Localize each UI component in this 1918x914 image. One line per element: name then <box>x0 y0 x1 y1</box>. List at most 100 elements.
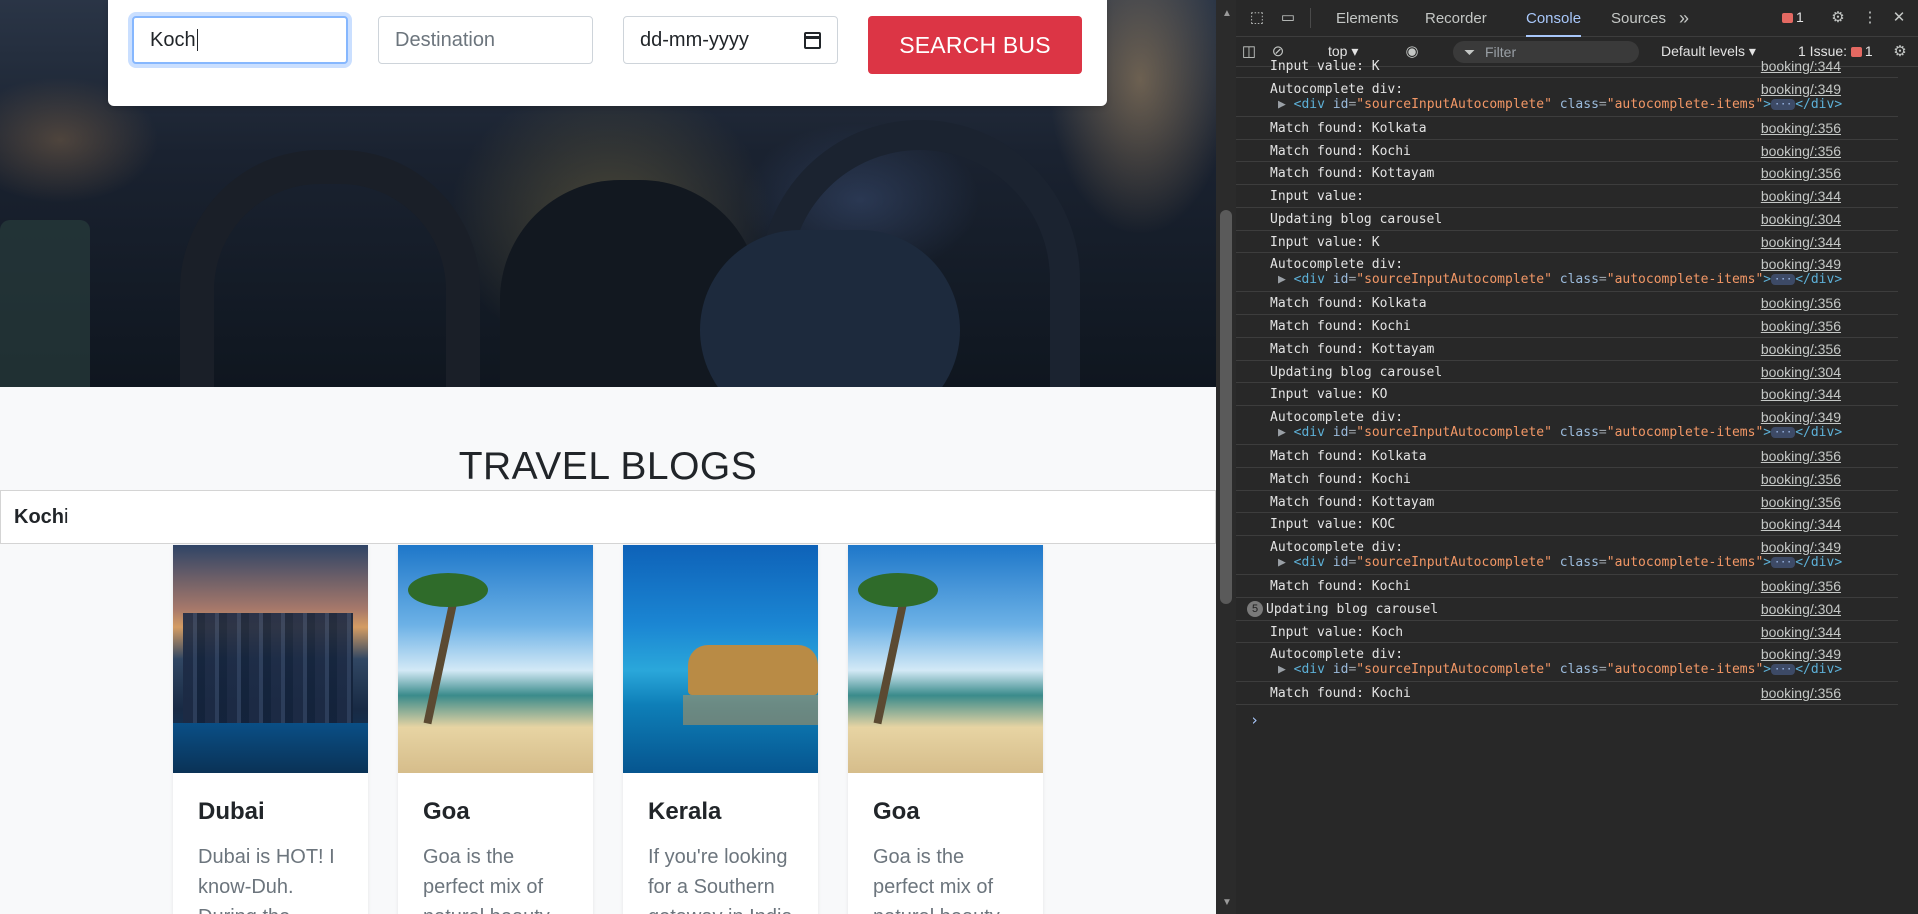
expand-triangle-icon[interactable]: ▶ <box>1278 555 1294 570</box>
console-source-link[interactable]: booking/:356 <box>1761 295 1841 311</box>
autocomplete-match-text: Koch <box>14 505 64 528</box>
tab-console[interactable]: Console <box>1526 0 1582 37</box>
close-icon[interactable]: ✕ <box>1890 9 1908 27</box>
console-message: Autocomplete div: booking/:349 ▶ <div id="… <box>1236 78 1898 117</box>
console-source-link[interactable]: booking/:349 <box>1761 646 1841 662</box>
dom-element-preview[interactable]: ▶ <div id = "sourceInputAutocomplete" clas… <box>1270 555 1890 570</box>
devtools-tabbar: ⬚ ▭ Elements Recorder Console Sources » … <box>1236 0 1918 37</box>
console-source-link[interactable]: booking/:356 <box>1761 165 1841 181</box>
console-message: Match found: Kolkata booking/:356 <box>1236 445 1898 468</box>
date-input[interactable]: dd-mm-yyyy <box>623 16 838 64</box>
inspect-element-icon[interactable]: ⬚ <box>1248 9 1266 27</box>
console-source-link[interactable]: booking/:344 <box>1761 188 1841 204</box>
collapsed-ellipsis-icon[interactable]: ··· <box>1771 557 1796 568</box>
attr-value-id: "sourceInputAutocomplete" <box>1356 555 1552 570</box>
collapsed-ellipsis-icon[interactable]: ··· <box>1771 427 1796 438</box>
attr-name-id: id <box>1332 96 1349 112</box>
repeat-count-badge: 5 <box>1247 600 1263 617</box>
console-message: Input value: Koch booking/:344 <box>1236 621 1898 644</box>
console-source-link[interactable]: booking/:304 <box>1761 211 1841 227</box>
console-source-link[interactable]: booking/:349 <box>1761 256 1841 272</box>
element-tag-close: > <box>1763 555 1772 570</box>
console-source-link[interactable]: booking/:356 <box>1761 448 1841 464</box>
console-prompt-icon[interactable]: › <box>1250 711 1898 729</box>
console-source-link[interactable]: booking/:356 <box>1761 143 1841 159</box>
scroll-down-arrow-icon[interactable]: ▼ <box>1222 897 1232 908</box>
console-log: Input value: Kbooking/:344 Autocomplete d… <box>1236 55 1898 901</box>
settings-gear-icon[interactable]: ⚙ <box>1829 9 1847 27</box>
console-message: Updating blog carousel booking/:304 <box>1236 208 1898 231</box>
page-scrollbar-thumb[interactable] <box>1220 210 1232 604</box>
expand-triangle-icon[interactable]: ▶ <box>1278 272 1294 287</box>
collapsed-ellipsis-icon[interactable]: ··· <box>1771 664 1796 676</box>
dom-element-preview[interactable]: ▶ <div id = "sourceInputAutocomplete" clas… <box>1270 662 1890 677</box>
more-options-icon[interactable]: ⋮ <box>1861 9 1879 27</box>
console-message: Input value: booking/:344 <box>1236 185 1898 208</box>
booking-page: Koch Destination dd-mm-yyyy SEARCH BUS T… <box>0 0 1216 914</box>
blog-card-kerala[interactable]: Kerala If you're looking for a Southern … <box>623 545 818 914</box>
console-message: Match found: Kottayam booking/:356 <box>1236 491 1898 514</box>
console-source-link[interactable]: booking/:344 <box>1761 516 1841 532</box>
console-source-link[interactable]: booking/:349 <box>1761 409 1841 425</box>
console-source-link[interactable]: booking/:356 <box>1761 120 1841 136</box>
tab-sources[interactable]: Sources <box>1611 0 1666 37</box>
error-count: 1 <box>1796 9 1804 25</box>
device-toolbar-icon[interactable]: ▭ <box>1279 9 1297 27</box>
blog-card-title: Goa <box>873 798 920 825</box>
seat-handle-left <box>180 150 480 387</box>
console-source-link[interactable]: booking/:344 <box>1761 386 1841 402</box>
console-source-link[interactable]: booking/:304 <box>1761 601 1841 617</box>
console-message: Match found: Kochi booking/:356 <box>1236 315 1898 338</box>
error-count-badge[interactable]: 1 <box>1782 9 1804 25</box>
destination-placeholder: Destination <box>395 28 496 51</box>
console-source-link[interactable]: booking/:349 <box>1761 81 1841 97</box>
console-source-link[interactable]: booking/:344 <box>1761 234 1841 250</box>
search-bus-button[interactable]: SEARCH BUS <box>868 16 1082 74</box>
blog-card-dubai[interactable]: Dubai Dubai is HOT! I know-Duh. During t… <box>173 545 368 914</box>
calendar-icon[interactable] <box>804 31 821 49</box>
destination-input[interactable]: Destination <box>378 16 593 64</box>
expand-triangle-icon[interactable]: ▶ <box>1278 425 1294 440</box>
blog-card-goa-2[interactable]: Goa Goa is the perfect mix of natural be… <box>848 545 1043 914</box>
console-source-link[interactable]: booking/:304 <box>1761 364 1841 380</box>
attr-equals: = <box>1598 425 1607 440</box>
page-scrollbar[interactable]: ▲ ▼ <box>1216 0 1236 914</box>
blog-card-excerpt: Goa is the perfect mix of natural beauty <box>423 846 550 914</box>
console-source-link[interactable]: booking/:356 <box>1761 471 1841 487</box>
source-input[interactable]: Koch <box>132 16 348 64</box>
scroll-up-arrow-icon[interactable]: ▲ <box>1222 8 1232 19</box>
element-tag-end: </div> <box>1795 272 1843 288</box>
tab-recorder[interactable]: Recorder <box>1425 0 1487 37</box>
expand-triangle-icon[interactable]: ▶ <box>1278 97 1294 112</box>
console-source-link[interactable]: booking/:356 <box>1761 685 1841 701</box>
collapsed-ellipsis-icon[interactable]: ··· <box>1771 98 1796 110</box>
console-source-link[interactable]: booking/:344 <box>1761 58 1841 74</box>
tab-elements[interactable]: Elements <box>1336 0 1399 37</box>
console-source-link[interactable]: booking/:356 <box>1761 578 1841 594</box>
blog-card-title: Goa <box>423 798 470 825</box>
console-message: Input value: Kbooking/:344 <box>1236 55 1898 78</box>
source-autocomplete-item[interactable]: Koch i <box>0 490 1216 544</box>
console-source-link[interactable]: booking/:344 <box>1761 624 1841 640</box>
dom-element-preview[interactable]: ▶ <div id = "sourceInputAutocomplete" clas… <box>1270 97 1890 112</box>
element-tag-end: </div> <box>1795 425 1843 440</box>
console-message: Autocomplete div: booking/:349 ▶ <div id="… <box>1236 536 1898 575</box>
blog-card-goa[interactable]: Goa Goa is the perfect mix of natural be… <box>398 545 593 914</box>
collapsed-ellipsis-icon[interactable]: ··· <box>1771 274 1796 286</box>
more-tabs-icon[interactable]: » <box>1679 0 1689 37</box>
expand-triangle-icon[interactable]: ▶ <box>1278 662 1294 677</box>
console-source-link[interactable]: booking/:349 <box>1761 539 1841 555</box>
dom-element-preview[interactable]: ▶ <div id = "sourceInputAutocomplete" clas… <box>1270 425 1890 440</box>
attr-value-id: "sourceInputAutocomplete" <box>1356 272 1552 288</box>
divider <box>1310 8 1311 28</box>
console-source-link[interactable]: booking/:356 <box>1761 494 1841 510</box>
console-message: Match found: Kolkata booking/:356 <box>1236 117 1898 140</box>
dom-element-preview[interactable]: ▶ <div id = "sourceInputAutocomplete" clas… <box>1270 272 1890 287</box>
console-message: Match found: Kottayam booking/:356 <box>1236 162 1898 185</box>
console-source-link[interactable]: booking/:356 <box>1761 318 1841 334</box>
attr-name-class: class <box>1551 425 1599 440</box>
element-tag-open: <div <box>1293 662 1333 678</box>
date-placeholder: dd-mm-yyyy <box>640 28 749 51</box>
attr-value-id: "sourceInputAutocomplete" <box>1356 662 1552 678</box>
console-source-link[interactable]: booking/:356 <box>1761 341 1841 357</box>
